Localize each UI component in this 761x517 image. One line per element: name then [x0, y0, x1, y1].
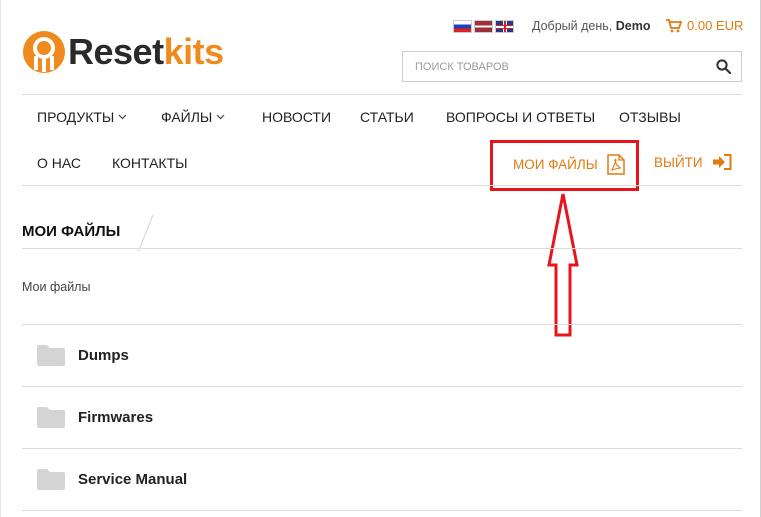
flag-ru-icon[interactable]: [453, 20, 472, 33]
nav-products-label: ПРОДУКТЫ: [37, 109, 115, 125]
nav-logout[interactable]: ВЫЙТИ: [654, 154, 732, 170]
annotation-arrow: [547, 193, 579, 337]
nav-files[interactable]: ФАЙЛЫ: [161, 109, 225, 125]
logo-text: Resetkits: [68, 34, 224, 70]
flag-gb-icon[interactable]: [495, 20, 514, 33]
nav-contacts[interactable]: КОНТАКТЫ: [112, 155, 188, 171]
nav-products[interactable]: ПРОДУКТЫ: [37, 109, 127, 125]
cart-button[interactable]: 0.00 EUR: [666, 18, 743, 33]
user-greeting: Добрый день, Demo: [532, 19, 650, 33]
folder-label: Service Manual: [78, 470, 188, 488]
page-title: МОИ ФАЙЛЫ: [22, 223, 121, 240]
nav-logout-label: ВЫЙТИ: [654, 154, 703, 170]
folder-row-dumps[interactable]: Dumps: [22, 324, 742, 386]
nav-divider: [22, 185, 742, 186]
chevron-down-icon: [216, 114, 225, 120]
search-box: [402, 51, 742, 82]
header-divider: [22, 94, 742, 95]
search-input[interactable]: [403, 52, 705, 81]
cart-icon: [666, 18, 682, 32]
folder-icon: [37, 407, 65, 428]
user-name[interactable]: Demo: [616, 19, 651, 33]
search-button[interactable]: [705, 52, 741, 81]
folder-icon: [37, 469, 65, 490]
logo-mark-icon: [23, 31, 65, 73]
cart-total: 0.00 EUR: [687, 18, 744, 33]
breadcrumb: Мои файлы: [22, 280, 91, 294]
list-divider: [22, 510, 742, 511]
site-logo[interactable]: Resetkits: [22, 30, 224, 74]
sign-out-icon: [712, 154, 732, 170]
nav-files-label: ФАЙЛЫ: [161, 109, 213, 125]
nav-news[interactable]: НОВОСТИ: [262, 109, 331, 125]
annotation-highlight-box: [490, 140, 639, 191]
language-switcher: [453, 20, 514, 33]
folder-row-service-manual[interactable]: Service Manual: [22, 448, 742, 510]
folder-icon: [37, 345, 65, 366]
nav-about[interactable]: О НАС: [37, 155, 81, 171]
title-divider: [22, 248, 742, 249]
logo-text-reset: Reset: [68, 31, 164, 72]
folder-label: Firmwares: [78, 408, 154, 426]
chevron-down-icon: [118, 114, 127, 120]
search-icon: [715, 59, 731, 74]
folder-row-firmwares[interactable]: Firmwares: [22, 386, 742, 448]
nav-articles[interactable]: СТАТЬИ: [360, 109, 414, 125]
flag-lv-icon[interactable]: [474, 20, 493, 33]
logo-text-kits: kits: [163, 31, 225, 72]
nav-faq[interactable]: ВОПРОСЫ И ОТВЕТЫ: [446, 109, 595, 125]
nav-reviews[interactable]: ОТЗЫВЫ: [619, 109, 681, 125]
folder-label: Dumps: [78, 346, 129, 364]
greeting-prefix: Добрый день,: [532, 19, 613, 33]
